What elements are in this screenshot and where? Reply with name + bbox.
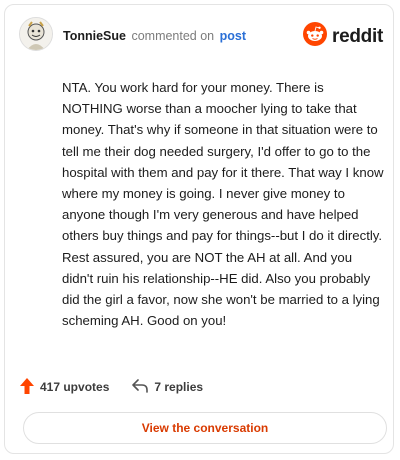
reddit-wordmark: reddit: [332, 25, 383, 47]
byline: TonnieSue commented on post: [63, 28, 246, 44]
username[interactable]: TonnieSue: [63, 29, 126, 43]
user-avatar[interactable]: [19, 17, 53, 51]
view-conversation-button[interactable]: View the conversation: [23, 412, 387, 444]
reply-arrow-icon: [131, 378, 149, 397]
reply-count: 7 replies: [154, 380, 204, 394]
reply-button[interactable]: 7 replies: [131, 378, 203, 397]
post-link[interactable]: post: [220, 29, 246, 43]
upvote-arrow-icon: [19, 377, 35, 398]
reddit-alien-logo-icon: [303, 22, 328, 51]
comment-actions: 417 upvotes 7 replies: [19, 375, 203, 399]
upvote-button[interactable]: 417 upvotes: [19, 377, 109, 398]
upvote-count: 417 upvotes: [40, 380, 110, 394]
comment-card: TonnieSue commented on post reddit NTA. …: [4, 4, 394, 454]
comment-header: TonnieSue commented on post reddit: [5, 5, 393, 65]
byline-verb: commented on: [131, 29, 215, 43]
reddit-logo[interactable]: reddit: [303, 22, 383, 51]
comment-text: NTA. You work hard for your money. There…: [62, 80, 384, 329]
